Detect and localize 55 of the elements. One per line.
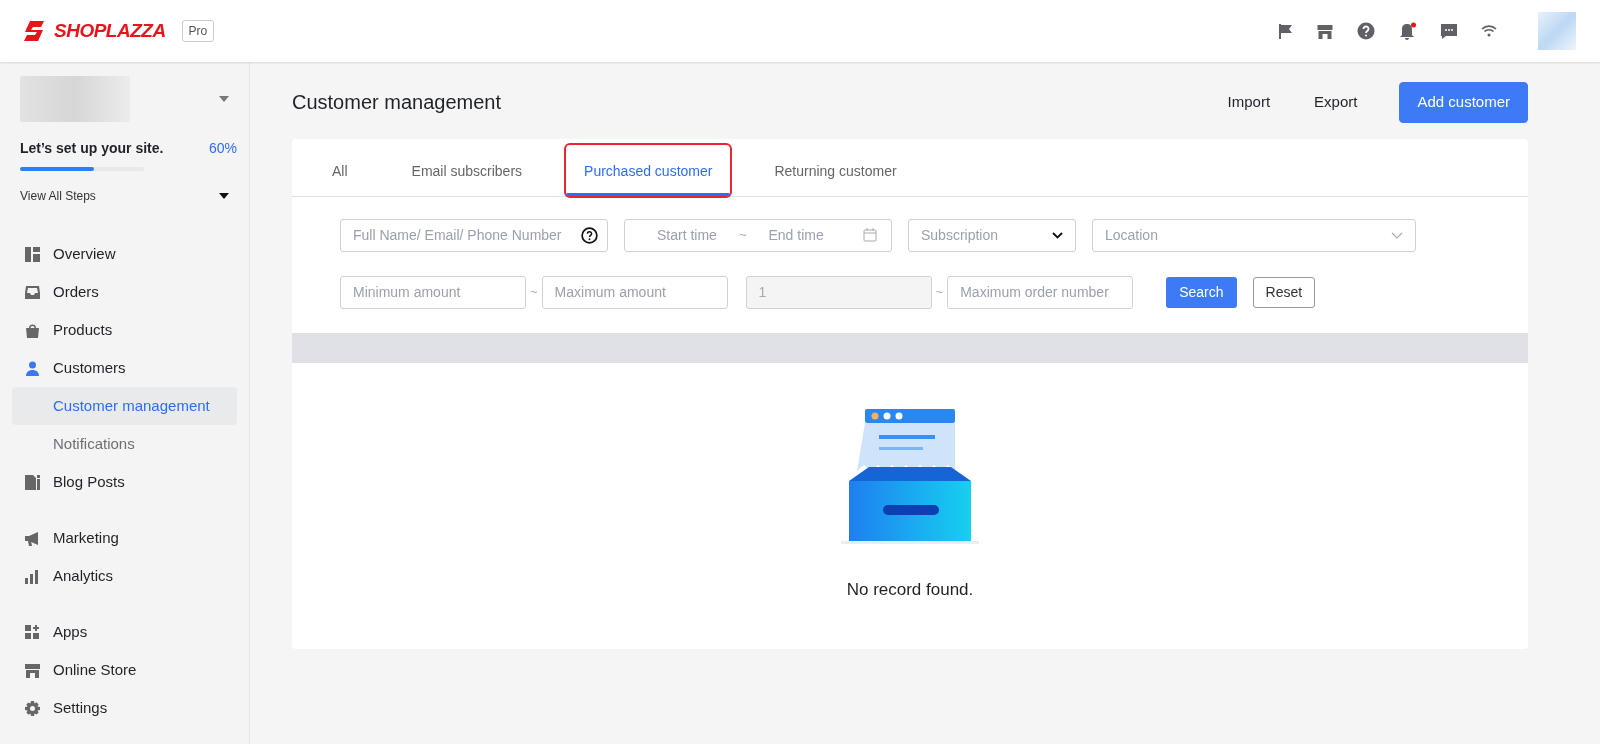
plan-badge: Pro [181,20,215,42]
maximum-order-field[interactable]: Maximum order number [947,275,1134,309]
chat-icon[interactable] [1440,22,1458,40]
sidebar-subitem[interactable]: Notifications [12,425,237,463]
add-customer-button[interactable]: Add customer [1399,82,1528,123]
range-separator: ~ [935,283,944,302]
minimum-amount-field[interactable]: Minimum amount [340,275,526,309]
tab[interactable]: Purchased customer [566,144,731,196]
flag-icon[interactable] [1277,22,1293,40]
logo-icon [24,21,46,41]
sidebar-item[interactable]: Blog Posts [12,463,237,501]
layout-icon [24,245,41,263]
sidebar-item[interactable]: Apps [12,613,237,651]
help-icon[interactable] [1357,22,1375,40]
view-steps-link[interactable]: View All Steps [20,187,96,205]
brand-logo[interactable]: SHOPLAZZA [54,16,166,46]
page-title: Customer management [292,90,501,115]
action-link[interactable]: Import [1209,83,1289,122]
action-link[interactable]: Export [1296,83,1376,122]
storefront-icon[interactable] [1316,22,1334,40]
sidebar-item[interactable]: Customers [12,349,237,387]
help-icon[interactable] [581,226,598,244]
gear-icon [24,699,41,717]
tab[interactable]: Email subscribers [397,144,537,196]
sidebar-item[interactable]: Marketing [12,519,237,557]
megaphone-icon [24,529,41,547]
range-separator: ~ [738,226,747,245]
wifi-icon[interactable] [1481,25,1497,37]
sidebar-subitem[interactable]: Customer management [12,387,237,425]
sidebar-item[interactable]: Orders [12,273,237,311]
sidebar-item[interactable]: Settings [12,689,237,727]
empty-message: No record found. [846,578,974,601]
tab[interactable]: Returning customer [760,144,911,196]
storefront-icon [24,661,41,679]
document-icon [24,473,41,491]
setup-percent: 60% [208,139,237,158]
chevron-down-icon [1391,231,1403,239]
apps-icon [24,623,41,641]
sidebar-item[interactable]: Products [12,311,237,349]
setup-title: Let’s set up your site. [20,139,164,158]
maximum-amount-field[interactable]: Maximum amount [541,275,728,309]
sidebar-item[interactable]: Overview [12,235,237,273]
sidebar-item[interactable]: Analytics [12,557,237,595]
bell-icon[interactable] [1398,21,1417,41]
sidebar-item[interactable]: Online Store [12,651,237,689]
search-field[interactable]: Full Name/ Email/ Phone Number [340,218,608,252]
reset-button[interactable]: Reset [1252,276,1316,308]
chevron-down-icon [1052,231,1063,239]
caret-icon[interactable] [219,193,229,199]
search-button[interactable]: Search [1166,276,1237,308]
person-icon [24,359,41,377]
range-separator: ~ [530,283,538,302]
bar-chart-icon [24,567,41,585]
inbox-icon [24,283,41,301]
tab[interactable]: All [318,144,362,196]
